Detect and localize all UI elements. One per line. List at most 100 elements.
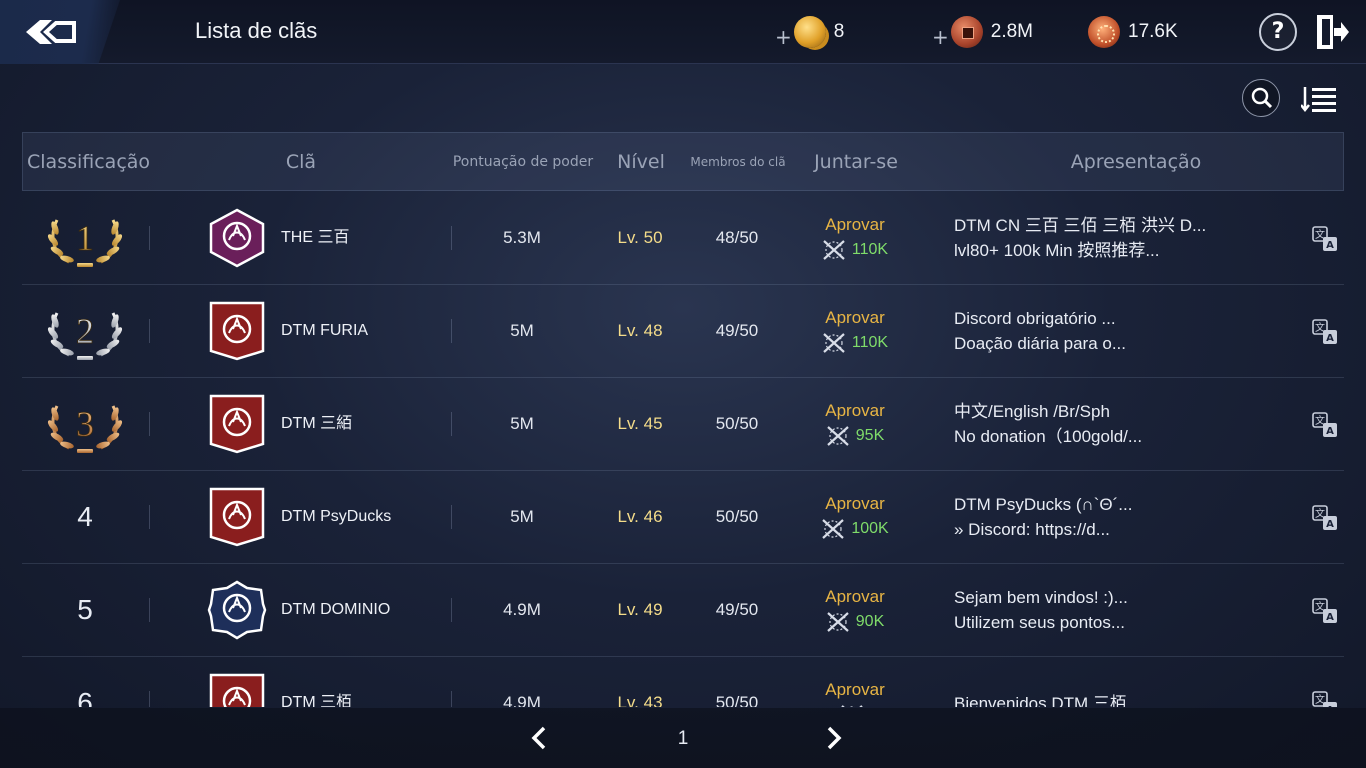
col-intro: Apresentação <box>1070 151 1202 173</box>
translate-button[interactable]: 文 A <box>1312 226 1338 252</box>
col-level[interactable]: Nível <box>601 133 681 192</box>
power-value: 5M <box>510 507 534 526</box>
svg-text:A: A <box>1326 519 1334 530</box>
purple-dragon-emblem-icon <box>209 208 265 268</box>
divider <box>149 226 150 250</box>
laurel-rank-icon: 2 <box>47 311 123 360</box>
translate-icon: 文 A <box>1312 412 1337 437</box>
approve-label[interactable]: Aprovar <box>825 680 885 700</box>
clan-name[interactable]: DTM 三栢 <box>281 657 352 707</box>
intro-line-1: DTM PsyDucks (∩`Θ´... <box>954 495 1133 514</box>
approve-label[interactable]: Aprovar <box>825 401 885 421</box>
join-cell[interactable]: Aprovar 95K <box>802 378 908 470</box>
red-flame-emblem-icon <box>209 487 265 547</box>
clan-name[interactable]: DTM FURIA <box>281 285 368 377</box>
copper-coin-icon <box>950 16 983 48</box>
exit-door-icon <box>1317 15 1349 49</box>
translate-button[interactable]: 文 A <box>1312 319 1338 345</box>
svg-text:A: A <box>1326 240 1334 251</box>
members-cell: 50/50 <box>682 471 792 563</box>
level-cell: Lv. 45 <box>600 378 680 470</box>
translate-icon: 文 A <box>1312 598 1337 623</box>
table-row[interactable]: 4 DTM PsyDucks 5M Lv. 46 50/50 Aprovar 1… <box>22 471 1344 564</box>
approve-label[interactable]: Aprovar <box>825 494 885 514</box>
join-cell[interactable]: Aprovar <box>802 657 908 707</box>
divider <box>149 598 150 622</box>
approve-label[interactable]: Aprovar <box>825 215 885 235</box>
translate-button[interactable]: 文 A <box>1312 412 1338 438</box>
requirement-value: 110K <box>851 241 889 258</box>
divider <box>451 226 452 250</box>
translate-button[interactable]: 文 A <box>1312 691 1338 707</box>
col-clan: Clã <box>285 151 317 173</box>
intro-line-2: lvl80+ 100k Min 按照推荐... <box>954 241 1160 260</box>
table-row[interactable]: 3 DTM 三絔 5M Lv. 45 50/50 Aprovar 95K 中文/… <box>22 378 1344 471</box>
approve-label[interactable]: Aprovar <box>825 308 885 328</box>
clan-name[interactable]: THE 三百 <box>281 192 349 284</box>
translate-button[interactable]: 文 A <box>1312 598 1338 624</box>
power-cell: 4.9M <box>462 564 582 656</box>
power-value: 5.3M <box>503 228 541 247</box>
members-cell: 48/50 <box>682 192 792 284</box>
pagination: 1 <box>0 708 1366 768</box>
col-join: Juntar-se <box>814 151 898 173</box>
power-requirement: 90K <box>826 611 884 633</box>
power-cell: 4.9M <box>462 657 582 707</box>
col-rank[interactable]: Classificação <box>27 133 150 192</box>
crossed-swords-icon <box>827 426 849 446</box>
rank-cell: 2 <box>46 285 124 377</box>
currency-gold[interactable]: + 8 <box>775 16 845 49</box>
join-cell[interactable]: Aprovar 90K <box>802 564 908 656</box>
translate-button[interactable]: 文 A <box>1312 505 1338 531</box>
clan-name[interactable]: DTM 三絔 <box>281 378 352 470</box>
divider <box>149 691 150 707</box>
seal-amount: 17.6K <box>1128 21 1178 42</box>
members-value: 50/50 <box>715 507 759 526</box>
table-row[interactable]: 6 DTM 三栢 4.9M Lv. 43 50/50 Aprovar Bienv… <box>22 657 1344 707</box>
table-row[interactable]: 2 DTM FURIA 5M Lv. 48 49/50 Aprovar 110K… <box>22 285 1344 378</box>
help-button[interactable]: ? <box>1259 13 1297 51</box>
level-value: Lv. 46 <box>617 507 663 526</box>
crossed-swords-icon <box>827 612 849 632</box>
power-value: 4.9M <box>503 600 541 619</box>
table-row[interactable]: 5 DTM DOMINIO 4.9M Lv. 49 49/50 Aprovar <box>22 564 1344 657</box>
divider <box>451 598 452 622</box>
gold-amount: 8 <box>833 21 845 42</box>
clan-table[interactable]: 1 THE 三百 5.3M Lv. 50 48/50 Aprovar 110K … <box>0 192 1366 707</box>
exit-button[interactable] <box>1314 13 1350 51</box>
intro-line-2: No donation（100gold/... <box>954 427 1143 446</box>
col-members[interactable]: Membros do clã <box>683 133 793 192</box>
power-value: 5M <box>510 321 534 340</box>
power-requirement: 95K <box>826 425 884 447</box>
plus-icon: + <box>775 25 792 49</box>
join-cell[interactable]: Aprovar 110K <box>802 285 908 377</box>
sort-button[interactable] <box>1300 85 1337 113</box>
sort-list-icon <box>1300 87 1336 113</box>
requirement-value: 100K <box>851 520 889 537</box>
intro-line-2: » Discord: https://d... <box>954 520 1110 539</box>
approve-label[interactable]: Aprovar <box>825 587 885 607</box>
divider <box>451 412 452 436</box>
table-row[interactable]: 1 THE 三百 5.3M Lv. 50 48/50 Aprovar 110K … <box>22 192 1344 285</box>
next-page-button[interactable] <box>819 724 847 752</box>
clan-name[interactable]: DTM PsyDucks <box>281 471 391 563</box>
level-value: Lv. 48 <box>617 321 663 340</box>
currency-copper[interactable]: + 2.8M <box>932 16 1033 49</box>
search-button[interactable] <box>1242 79 1280 117</box>
power-value: 5M <box>510 414 534 433</box>
red-dragon-emblem-icon <box>209 673 265 707</box>
chevron-right-icon <box>827 726 842 750</box>
svg-text:A: A <box>1326 705 1334 707</box>
current-page: 1 <box>677 728 689 749</box>
level-value: Lv. 43 <box>617 693 663 707</box>
power-cell: 5M <box>462 285 582 377</box>
join-cell[interactable]: Aprovar 110K <box>802 192 908 284</box>
col-power[interactable]: Pontuação de poder <box>443 133 603 192</box>
join-cell[interactable]: Aprovar 100K <box>802 471 908 563</box>
crossed-swords-icon <box>823 333 845 353</box>
red-lion-emblem-icon <box>209 301 265 361</box>
intro-line-1: Bienvenidos DTM 三栢 <box>954 693 1127 708</box>
clan-name[interactable]: DTM DOMINIO <box>281 564 390 656</box>
prev-page-button[interactable] <box>526 724 554 752</box>
back-button[interactable] <box>0 0 120 64</box>
